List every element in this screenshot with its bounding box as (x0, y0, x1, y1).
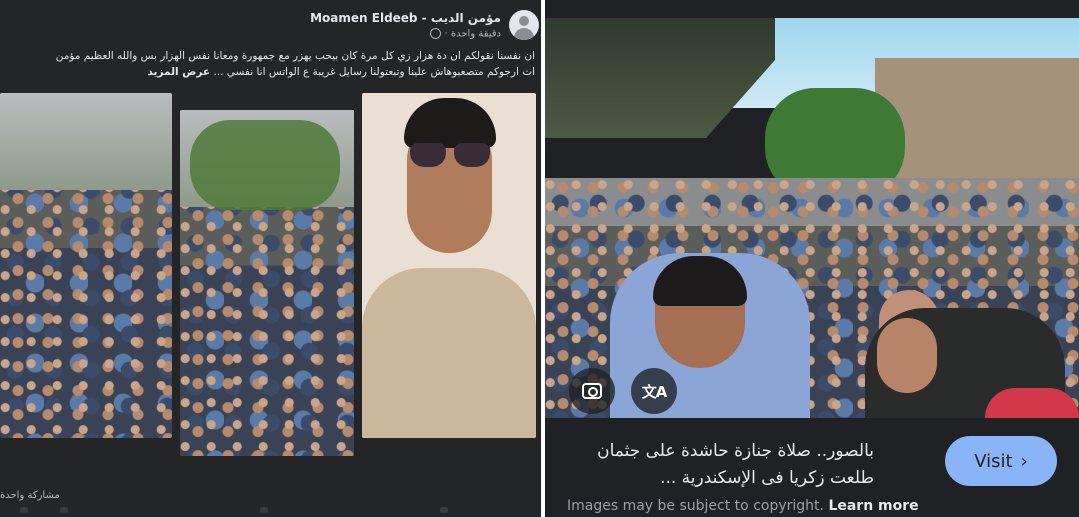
selfie-hair (404, 98, 496, 148)
see-more-link[interactable]: عرض المزيد (147, 66, 210, 78)
photo-person (877, 318, 937, 393)
photo-sky (0, 93, 172, 190)
result-title[interactable]: بالصور.. صلاة جنازة حاشدة على جثمان طلعت… (554, 438, 874, 492)
post-text: ان نفسنا نقولكم ان دة هزار زي كل مرة كان… (0, 48, 535, 80)
share-count[interactable]: مشاركة واحدة (0, 490, 60, 501)
sunglasses-icon (410, 143, 490, 169)
facebook-post: مؤمن الديب - Moamen Eldeeb دقيقة واحدة ·… (0, 0, 541, 517)
photo-canopy (545, 18, 775, 138)
photo-trees (190, 120, 340, 210)
post-meta: دقيقة واحدة · (426, 28, 501, 40)
chevron-right-icon: › (1020, 450, 1028, 472)
learn-more-link[interactable]: Learn more (828, 498, 918, 514)
post-text-line-1: ان نفسنا نقولكم ان دة هزار زي كل مرة كان… (55, 50, 535, 62)
camera-search-icon (582, 383, 602, 399)
crowd-street-photo[interactable] (0, 93, 172, 438)
selfie-shirt (362, 268, 536, 438)
translate-icon: 文A (641, 382, 668, 401)
funeral-crowd-photo[interactable]: 文A (545, 18, 1079, 418)
photo-person (985, 388, 1079, 418)
globe-icon (430, 28, 442, 39)
post-text-line-2: ات ارجوكم متصعبوهاش علينا وتبعتولنا رساي… (147, 66, 535, 78)
lens-result: 文A بالصور.. صلاة جنازة حاشدة على جثمان ط… (545, 0, 1079, 517)
selfie-sunglasses-photo[interactable] (362, 93, 536, 438)
author-name[interactable]: مؤمن الديب - Moamen Eldeeb (310, 11, 501, 25)
post-footer (20, 507, 540, 517)
crowd-trees-photo[interactable] (180, 110, 354, 456)
post-time[interactable]: دقيقة واحدة · (445, 29, 501, 40)
visit-label: Visit (974, 450, 1013, 472)
copyright-note: Images may be subject to copyright. Lear… (567, 498, 919, 514)
translate-button[interactable]: 文A (631, 368, 677, 414)
visit-button[interactable]: Visit › (945, 436, 1057, 486)
author-avatar[interactable] (509, 10, 539, 40)
camera-search-button[interactable] (569, 368, 615, 414)
